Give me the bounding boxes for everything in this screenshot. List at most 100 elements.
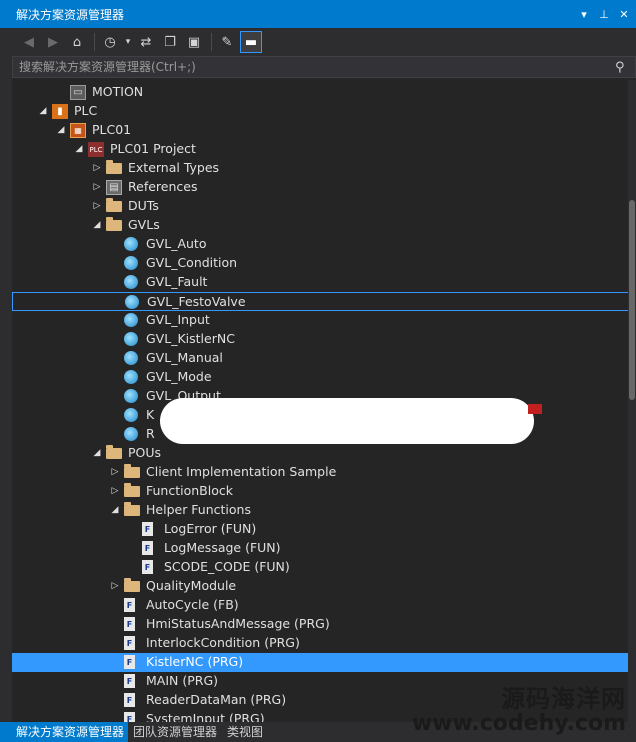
tree-item-label: MOTION <box>92 84 144 99</box>
tree-item-label: K <box>146 407 155 422</box>
history-icon[interactable]: ◷ <box>99 31 121 53</box>
sync-icon[interactable]: ⇄ <box>135 31 157 53</box>
copy-icon[interactable]: ❐ <box>159 31 181 53</box>
globe-icon <box>124 389 138 403</box>
plc01-icon: ▦ <box>70 123 86 138</box>
doc-icon: F <box>124 598 135 612</box>
forward-icon[interactable]: ▶ <box>42 31 64 53</box>
plc-icon: ▮ <box>52 104 68 119</box>
collapsed-arrow-icon[interactable]: ▷ <box>92 201 102 211</box>
tree-item[interactable]: ▷ FunctionBlock <box>12 482 632 501</box>
collapsed-arrow-icon[interactable]: ▷ <box>110 467 120 477</box>
title-bar: 解决方案资源管理器 ▾ ⊥ ✕ <box>0 0 636 28</box>
folder-icon <box>106 198 122 212</box>
redaction-blur <box>160 398 534 444</box>
tree-item-label: PLC01 <box>92 122 132 137</box>
tree-item[interactable]: F HmiStatusAndMessage (PRG) <box>12 615 632 634</box>
project-icon: PLC <box>88 142 104 157</box>
left-edge-strip <box>0 28 12 722</box>
scrollbar-thumb[interactable] <box>629 200 635 400</box>
expanded-arrow-icon[interactable]: ◢ <box>110 505 120 515</box>
vertical-scrollbar[interactable] <box>628 80 636 722</box>
tree-item[interactable]: ▷ QualityModule <box>12 577 632 596</box>
doc-icon: F <box>124 655 135 669</box>
globe-icon <box>124 408 138 422</box>
tree-item[interactable]: ▷ External Types <box>12 159 632 178</box>
tree-item[interactable]: ▭ MOTION <box>12 83 632 102</box>
tree-item[interactable]: ◢ POUs <box>12 444 632 463</box>
tab-class-view[interactable]: 类视图 <box>222 722 268 742</box>
tree-item-label: HmiStatusAndMessage (PRG) <box>146 616 330 631</box>
tree-item[interactable]: GVL_Input <box>12 311 632 330</box>
tree-item[interactable]: F SCODE_CODE (FUN) <box>12 558 632 577</box>
tree-item[interactable]: GVL_FestoValve <box>12 292 632 311</box>
collapsed-arrow-icon[interactable]: ▷ <box>92 163 102 173</box>
motion-icon: ▭ <box>70 85 86 100</box>
tab-solution-explorer[interactable]: 解决方案资源管理器 <box>0 722 129 742</box>
globe-icon <box>124 351 138 365</box>
expanded-arrow-icon[interactable]: ◢ <box>92 448 102 458</box>
search-input[interactable] <box>17 59 615 75</box>
doc-icon: F <box>142 541 153 555</box>
tree-item-label: Client Implementation Sample <box>146 464 337 479</box>
tree-item-label: KistlerNC (PRG) <box>146 654 244 669</box>
tree-item[interactable]: GVL_KistlerNC <box>12 330 632 349</box>
tree-item-label: External Types <box>128 160 220 175</box>
expanded-arrow-icon[interactable]: ◢ <box>38 106 48 116</box>
pin-icon[interactable]: ⊥ <box>596 6 612 22</box>
tree-item-label: DUTs <box>128 198 159 213</box>
folder-icon <box>106 445 122 459</box>
tree-item[interactable]: F KistlerNC (PRG) <box>12 653 632 672</box>
tree-item[interactable]: F LogMessage (FUN) <box>12 539 632 558</box>
collapsed-arrow-icon[interactable]: ▷ <box>110 486 120 496</box>
tree-item-label: MAIN (PRG) <box>146 673 219 688</box>
expanded-arrow-icon[interactable]: ◢ <box>74 144 84 154</box>
tree-item-label: PLC <box>74 103 98 118</box>
tree-item[interactable]: GVL_Condition <box>12 254 632 273</box>
tree-item[interactable]: ▷ DUTs <box>12 197 632 216</box>
collapsed-arrow-icon[interactable]: ▷ <box>92 182 102 192</box>
tree-item-label: GVL_Fault <box>146 274 208 289</box>
tree-item[interactable]: ◢ PLC PLC01 Project <box>12 140 632 159</box>
doc-icon: F <box>124 712 135 722</box>
watermark-line2: www.codehy.com <box>411 711 626 736</box>
expanded-arrow-icon[interactable]: ◢ <box>56 125 66 135</box>
dropdown-icon[interactable]: ▾ <box>576 6 592 22</box>
search-bar: ⚲ <box>12 56 636 78</box>
tree-item[interactable]: GVL_Fault <box>12 273 632 292</box>
tree-item[interactable]: ▷ ▤ References <box>12 178 632 197</box>
tree-item[interactable]: GVL_Mode <box>12 368 632 387</box>
minus-icon[interactable]: ▬ <box>240 31 262 53</box>
tree-item[interactable]: ◢ ▦ PLC01 <box>12 121 632 140</box>
tree-item[interactable]: ◢ GVLs <box>12 216 632 235</box>
tree-item-label: ReaderDataMan (PRG) <box>146 692 287 707</box>
back-icon[interactable]: ◀ <box>18 31 40 53</box>
collapsed-arrow-icon[interactable]: ▷ <box>110 581 120 591</box>
tree-item[interactable]: GVL_Manual <box>12 349 632 368</box>
folder-icon <box>124 502 140 516</box>
tree-item[interactable]: F AutoCycle (FB) <box>12 596 632 615</box>
chevron-down-icon[interactable]: ▾ <box>123 31 133 53</box>
view-icon[interactable]: ▣ <box>183 31 205 53</box>
tree-item-label: GVL_FestoValve <box>147 294 246 309</box>
tree-item[interactable]: ◢ Helper Functions <box>12 501 632 520</box>
folder-icon <box>124 578 140 592</box>
wrench-icon[interactable]: ✎ <box>216 31 238 53</box>
tree-item[interactable]: F LogError (FUN) <box>12 520 632 539</box>
folder-icon <box>124 464 140 478</box>
tree-item[interactable]: GVL_Auto <box>12 235 632 254</box>
expanded-arrow-icon[interactable]: ◢ <box>92 220 102 230</box>
tree-item-label: R <box>146 426 155 441</box>
refs-icon: ▤ <box>106 180 122 195</box>
tree-item-label: GVL_Condition <box>146 255 238 270</box>
tree-item[interactable]: F InterlockCondition (PRG) <box>12 634 632 653</box>
tree-item-label: GVL_Auto <box>146 236 207 251</box>
search-icon[interactable]: ⚲ <box>615 60 635 75</box>
close-icon[interactable]: ✕ <box>616 6 632 22</box>
tab-team-explorer[interactable]: 团队资源管理器 <box>128 722 222 742</box>
globe-icon <box>124 313 138 327</box>
tree-item-label: SCODE_CODE (FUN) <box>164 559 290 574</box>
tree-item[interactable]: ▷ Client Implementation Sample <box>12 463 632 482</box>
tree-item[interactable]: ◢ ▮ PLC <box>12 102 632 121</box>
home-icon[interactable]: ⌂ <box>66 31 88 53</box>
